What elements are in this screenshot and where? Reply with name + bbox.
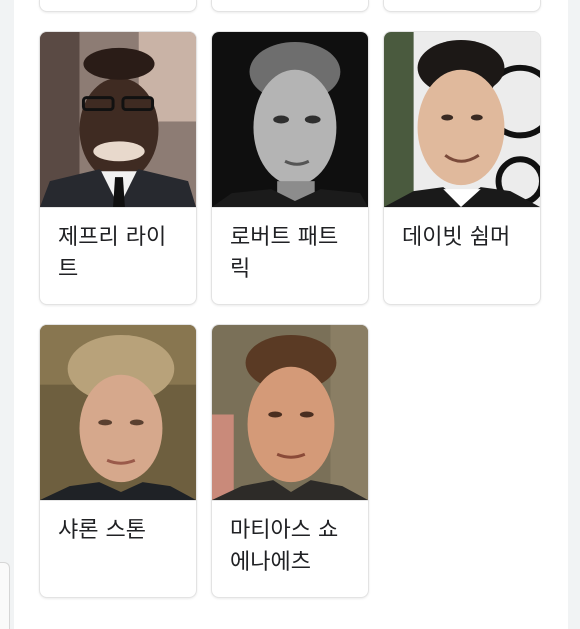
person-photo xyxy=(212,325,368,501)
people-results-panel: 제프리 라이트 로버트 패트릭 데이빗 쉼머 샤론 스톤 마티아스 쇼에나에츠 xyxy=(14,0,568,629)
previous-row-card[interactable] xyxy=(39,0,197,12)
person-card[interactable]: 제프리 라이트 xyxy=(39,31,197,305)
person-name: 데이빗 쉼머 xyxy=(402,225,511,250)
person-name: 제프리 라이트 xyxy=(58,225,167,282)
previous-row-card[interactable] xyxy=(383,0,541,12)
person-card[interactable]: 로버트 패트릭 xyxy=(211,31,369,305)
person-photo xyxy=(40,325,196,501)
person-photo xyxy=(40,32,196,208)
person-photo xyxy=(212,32,368,208)
person-card[interactable]: 샤론 스톤 xyxy=(39,324,197,598)
previous-row-card[interactable] xyxy=(211,0,369,12)
person-name: 마티아스 쇼에나에츠 xyxy=(230,518,339,575)
person-card[interactable]: 마티아스 쇼에나에츠 xyxy=(211,324,369,598)
person-photo xyxy=(384,32,540,208)
person-name: 로버트 패트릭 xyxy=(230,225,339,282)
adjacent-panel-edge xyxy=(0,562,10,629)
person-card[interactable]: 데이빗 쉼머 xyxy=(383,31,541,305)
person-name: 샤론 스톤 xyxy=(58,518,146,543)
